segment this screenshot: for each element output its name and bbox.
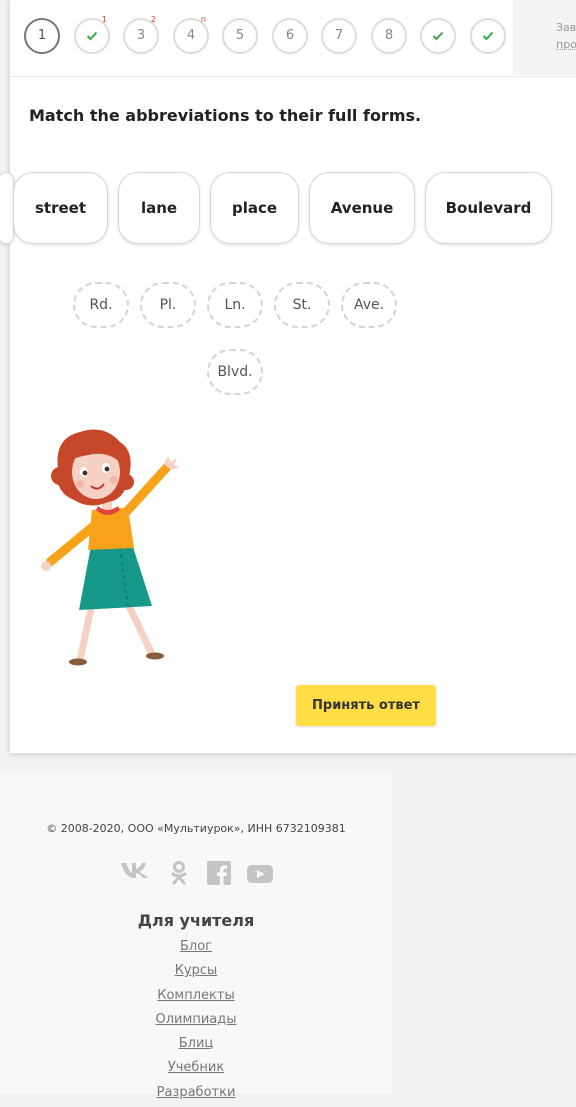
step-1[interactable]: 1 (24, 18, 60, 54)
word-card[interactable]: Avenue (309, 172, 415, 244)
task-title: Match the abbreviations to their full fo… (29, 106, 422, 125)
step-5[interactable]: 5 (222, 18, 258, 54)
step-navigation: 1 1 2 3 п 4 5 6 7 8 (10, 0, 576, 77)
step-4[interactable]: п 4 (173, 15, 209, 54)
word-card[interactable]: lane (118, 172, 200, 244)
footer-link[interactable]: Разработки (157, 1085, 236, 1100)
word-card[interactable]: Boulevard (425, 172, 552, 244)
quiz-card: 1 1 2 3 п 4 5 6 7 8 Match the abbreviati… (0, 0, 576, 753)
step-3[interactable]: 2 3 (123, 15, 159, 54)
check-icon (86, 31, 98, 40)
abbreviation-card[interactable]: Ln. (207, 282, 263, 328)
step-7[interactable]: 7 (321, 18, 357, 54)
abbreviation-card[interactable]: Blvd. (207, 349, 263, 395)
youtube-icon[interactable] (247, 865, 273, 883)
odnoklassniki-icon[interactable] (170, 861, 188, 885)
side-panel-link[interactable]: про (556, 38, 576, 51)
footer-link[interactable]: Блог (180, 939, 212, 954)
step-6[interactable]: 6 (272, 18, 308, 54)
accept-answer-button[interactable]: Принять ответ (296, 685, 436, 726)
girl-illustration (41, 429, 180, 666)
step-9[interactable] (420, 18, 456, 54)
footer-copyright: © 2008-2020, ООО «Мультиурок», ИНН 67321… (46, 822, 346, 835)
step-8[interactable]: 8 (371, 18, 407, 54)
word-card[interactable]: place (210, 172, 299, 244)
side-panel-line: Зав (556, 21, 576, 34)
footer-link[interactable]: Курсы (175, 963, 218, 978)
footer-section-title: Для учителя (137, 911, 255, 930)
abbreviation-card[interactable]: Ave. (341, 282, 397, 328)
abbreviation-card[interactable]: Rd. (73, 282, 129, 328)
step-superscript: 2 (150, 15, 156, 24)
footer-link[interactable]: Учебник (168, 1060, 224, 1075)
footer-links: Блог Курсы Комплекты Олимпиады Блиц Учеб… (0, 937, 392, 1107)
step-superscript: п (200, 15, 206, 24)
check-icon (482, 31, 494, 40)
vk-icon[interactable] (120, 861, 152, 879)
word-card[interactable]: street (13, 172, 108, 244)
footer: © 2008-2020, ООО «Мультиурок», ИНН 67321… (0, 773, 392, 1100)
footer-link[interactable]: Блиц (179, 1036, 214, 1051)
facebook-icon[interactable] (207, 861, 231, 885)
footer-link[interactable]: Комплекты (157, 988, 235, 1003)
word-card-partial[interactable] (0, 172, 14, 244)
step-superscript: 1 (101, 15, 107, 24)
check-icon (432, 31, 444, 40)
footer-link[interactable]: Олимпиады (156, 1012, 237, 1027)
abbreviation-card[interactable]: St. (274, 282, 330, 328)
abbreviation-card[interactable]: Pl. (140, 282, 196, 328)
step-2[interactable]: 1 (74, 15, 110, 54)
step-10[interactable] (470, 18, 506, 54)
